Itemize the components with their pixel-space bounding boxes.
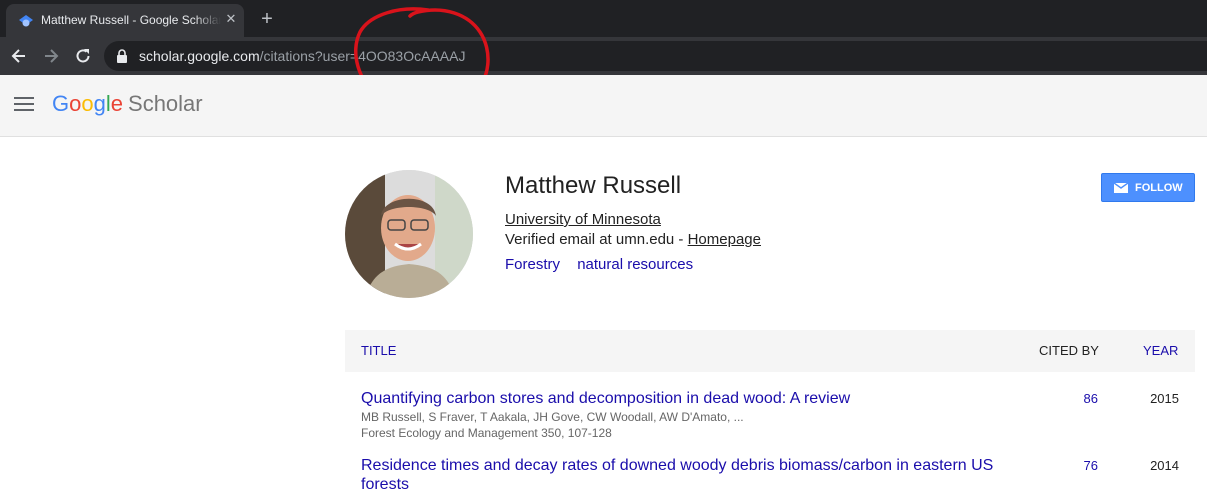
browser-tab[interactable]: Matthew Russell - Google Scholar ✕ bbox=[6, 4, 244, 37]
new-tab-button[interactable]: + bbox=[256, 8, 278, 30]
research-interests: Forestry natural resources bbox=[505, 256, 706, 273]
envelope-icon bbox=[1114, 183, 1128, 193]
logo-letter: o bbox=[69, 91, 82, 116]
profile-photo bbox=[345, 170, 473, 298]
url-host: scholar.google.com bbox=[139, 48, 260, 64]
articles-table-header: TITLE CITED BY YEAR bbox=[345, 330, 1195, 372]
cited-by-count-link[interactable]: 76 bbox=[1084, 458, 1098, 473]
lock-icon[interactable] bbox=[116, 49, 128, 63]
tab-close-icon[interactable]: ✕ bbox=[222, 10, 240, 28]
article-year: 2015 bbox=[1150, 391, 1179, 406]
browser-tabstrip: Matthew Russell - Google Scholar ✕ + bbox=[0, 0, 1207, 37]
hamburger-menu-icon[interactable] bbox=[14, 97, 34, 113]
url-path: /citations?user=4OO83OcAAAAJ bbox=[259, 48, 466, 64]
back-arrow-icon[interactable] bbox=[9, 46, 29, 66]
tab-title: Matthew Russell - Google Scholar bbox=[41, 13, 221, 27]
logo-letter: e bbox=[110, 91, 124, 116]
table-row: Quantifying carbon stores and decomposit… bbox=[345, 389, 1195, 449]
article-title-link[interactable]: Quantifying carbon stores and decomposit… bbox=[361, 389, 1011, 408]
scholar-header: Google Scholar bbox=[0, 75, 1207, 137]
homepage-link[interactable]: Homepage bbox=[688, 231, 761, 248]
verified-email: Verified email at umn.edu - Homepage bbox=[505, 231, 761, 248]
article-year: 2014 bbox=[1150, 458, 1179, 473]
sort-by-title-header[interactable]: TITLE bbox=[361, 343, 396, 358]
scholar-favicon-icon bbox=[19, 15, 33, 27]
follow-button[interactable]: FOLLOW bbox=[1101, 173, 1195, 202]
interest-link-forestry[interactable]: Forestry bbox=[505, 256, 560, 273]
article-authors: MB Russell, S Fraver, T Aakala, JH Gove,… bbox=[361, 410, 744, 424]
article-title-link[interactable]: Residence times and decay rates of downe… bbox=[361, 456, 1011, 494]
logo-letter: o bbox=[81, 91, 94, 116]
sort-by-year-header[interactable]: YEAR bbox=[1143, 343, 1178, 358]
google-scholar-logo[interactable]: Google Scholar bbox=[52, 91, 203, 117]
table-row: Residence times and decay rates of downe… bbox=[345, 456, 1195, 496]
forward-arrow-icon[interactable] bbox=[41, 46, 61, 66]
profile-name: Matthew Russell bbox=[505, 172, 682, 199]
reload-icon[interactable] bbox=[73, 46, 93, 66]
cited-by-count-link[interactable]: 86 bbox=[1084, 391, 1098, 406]
logo-product: Scholar bbox=[128, 91, 203, 116]
follow-label: FOLLOW bbox=[1135, 182, 1183, 194]
url-text[interactable]: scholar.google.com/citations?user=4OO83O… bbox=[139, 48, 465, 64]
browser-toolbar: scholar.google.com/citations?user=4OO83O… bbox=[0, 37, 1207, 75]
logo-letter: G bbox=[52, 91, 70, 116]
logo-letter: g bbox=[93, 91, 106, 116]
interest-link-natural-resources[interactable]: natural resources bbox=[577, 256, 693, 273]
affiliation-link[interactable]: University of Minnesota bbox=[505, 211, 661, 228]
address-bar[interactable]: scholar.google.com/citations?user=4OO83O… bbox=[104, 41, 1207, 71]
article-venue: Forest Ecology and Management 350, 107-1… bbox=[361, 426, 612, 440]
cited-by-header: CITED BY bbox=[1039, 343, 1099, 358]
email-text: Verified email at umn.edu - bbox=[505, 231, 688, 248]
